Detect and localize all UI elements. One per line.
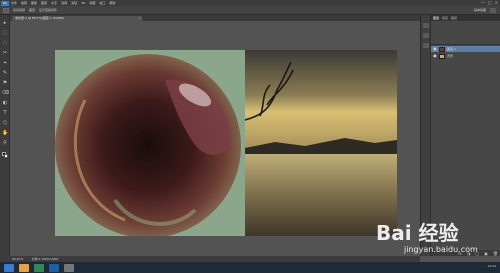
history-icon[interactable] bbox=[423, 23, 429, 28]
lasso-tool-icon[interactable]: ◌ bbox=[2, 41, 8, 46]
menu-layer[interactable]: 图层 bbox=[41, 1, 47, 5]
layer-mode-select[interactable]: 图层 bbox=[29, 8, 35, 12]
trash-icon[interactable]: 🗑 bbox=[493, 251, 498, 256]
sunset-sky bbox=[245, 50, 397, 150]
menu-file[interactable]: 文件 bbox=[11, 1, 17, 5]
layer-thumbnail bbox=[439, 53, 445, 59]
workspace-select[interactable]: 基本功能 bbox=[474, 8, 486, 12]
zoom-tool-icon[interactable]: ⚲ bbox=[2, 141, 8, 146]
eyedropper-tool-icon[interactable]: ⌖ bbox=[2, 61, 8, 66]
properties-icon[interactable] bbox=[423, 33, 429, 38]
menu-filter[interactable]: 滤镜 bbox=[71, 1, 77, 5]
menu-select[interactable]: 选择 bbox=[61, 1, 67, 5]
visibility-eye-icon[interactable]: ● bbox=[433, 54, 437, 58]
new-layer-icon[interactable]: ▣ bbox=[484, 251, 488, 256]
menu-edit[interactable]: 编辑 bbox=[21, 1, 27, 5]
marquee-tool-icon[interactable]: ⬚ bbox=[2, 31, 8, 36]
start-icon[interactable] bbox=[4, 263, 14, 272]
app-icon[interactable] bbox=[64, 263, 74, 272]
lake-water bbox=[245, 154, 397, 236]
layer-row-1[interactable]: ● 图层 1 bbox=[431, 46, 500, 52]
menu-type[interactable]: 文字 bbox=[51, 1, 57, 5]
tab-layers[interactable]: 图层 bbox=[433, 16, 439, 20]
layer-name: 图层 1 bbox=[447, 47, 456, 51]
crop-tool-icon[interactable]: ✂ bbox=[2, 51, 8, 56]
baidu-watermark: Bai 经验 jingyan.baidu.com bbox=[376, 217, 478, 265]
auto-select-checkbox[interactable]: 自动选择 bbox=[13, 8, 25, 12]
zoom-level[interactable]: 66.67% bbox=[12, 257, 23, 261]
move-tool-icon[interactable] bbox=[3, 7, 9, 13]
menu-view[interactable]: 视图 bbox=[89, 1, 95, 5]
workspace-icon[interactable] bbox=[490, 8, 496, 13]
stamp-tool-icon[interactable]: ⚑ bbox=[2, 81, 8, 86]
system-tray: 19:42 bbox=[487, 264, 496, 268]
document-canvas[interactable] bbox=[55, 50, 397, 236]
document-tab-title: 未标题-1 @ 66.7%(图层 1, RGB/8) bbox=[15, 16, 64, 20]
photoshop-logo: Ps bbox=[1, 0, 9, 6]
background-color-swatch[interactable] bbox=[4, 154, 8, 158]
layer-controls bbox=[431, 21, 500, 45]
tab-paths[interactable]: 路径 bbox=[451, 16, 457, 20]
watermark-url: jingyan.baidu.com bbox=[404, 245, 478, 254]
photoshop-task-icon[interactable] bbox=[49, 263, 59, 272]
layer-thumbnail bbox=[439, 46, 445, 52]
eraser-tool-icon[interactable]: ⌫ bbox=[2, 91, 9, 96]
adjustments-icon[interactable] bbox=[423, 43, 429, 48]
dodge-tool-icon[interactable]: ◐ bbox=[2, 101, 8, 106]
show-transform-checkbox[interactable]: 显示变换控件 bbox=[39, 8, 57, 12]
options-bar: 自动选择 图层 显示变换控件 基本功能 bbox=[0, 6, 500, 15]
type-tool-icon[interactable]: T bbox=[2, 111, 8, 116]
layer-row-background[interactable]: ● 背景 bbox=[431, 53, 500, 59]
menu-image[interactable]: 图像 bbox=[31, 1, 37, 5]
composite-image bbox=[55, 50, 397, 236]
move-tool-icon[interactable]: ▸ bbox=[2, 21, 8, 26]
hand-tool-icon[interactable]: ✋ bbox=[2, 131, 8, 136]
watermark-brand: Bai 经验 bbox=[376, 221, 459, 245]
visibility-eye-icon[interactable]: ● bbox=[433, 47, 437, 51]
tools-panel: ▸ ⬚ ◌ ✂ ⌖ ✎ ⚑ ⌫ ◐ T ⬡ ✋ ⚲ bbox=[0, 15, 10, 256]
canvas-area[interactable] bbox=[10, 21, 420, 256]
brush-tool-icon[interactable]: ✎ bbox=[2, 71, 8, 76]
document-size: 文档:1.32M/2.64M bbox=[31, 257, 59, 261]
shape-tool-icon[interactable]: ⬡ bbox=[2, 121, 8, 126]
menu-help[interactable]: 帮助 bbox=[109, 1, 115, 5]
clock: 19:42 bbox=[487, 264, 496, 268]
layer-name: 背景 bbox=[447, 54, 454, 58]
explorer-icon[interactable] bbox=[19, 263, 29, 272]
browser-icon[interactable] bbox=[34, 263, 44, 272]
tab-channels[interactable]: 通道 bbox=[442, 16, 448, 20]
menu-3d[interactable]: 3D bbox=[81, 1, 85, 5]
menu-window[interactable]: 窗口 bbox=[99, 1, 105, 5]
